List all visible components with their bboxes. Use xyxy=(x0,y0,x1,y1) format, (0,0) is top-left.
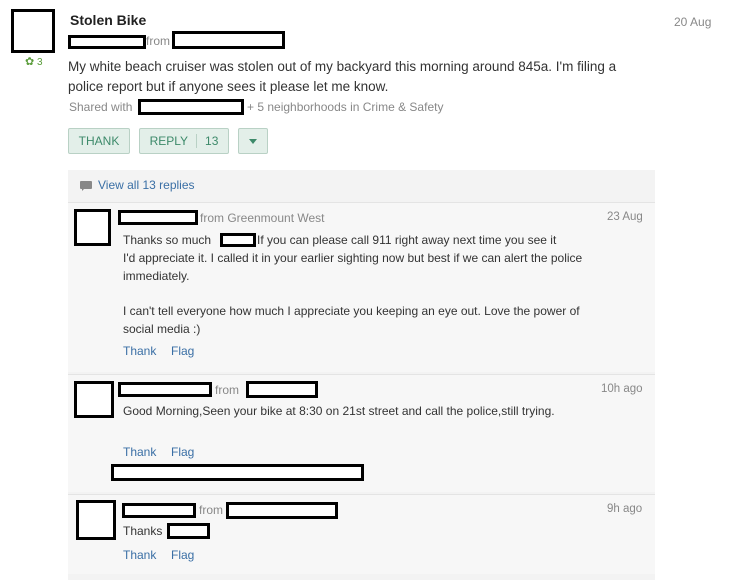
likes-number: 3 xyxy=(37,57,43,68)
redacted-author-name xyxy=(68,35,146,49)
shared-with: Shared with xyxy=(69,100,132,114)
reply-from: from xyxy=(199,503,223,517)
post-title[interactable]: Stolen Bike xyxy=(70,12,146,28)
redacted-content-bar xyxy=(111,464,364,481)
reply-body-para2: I can't tell everyone how much I appreci… xyxy=(123,304,580,336)
leaf-icon: ✿ xyxy=(25,56,35,68)
reply-divider xyxy=(68,374,655,375)
author-avatar[interactable] xyxy=(11,9,55,53)
post-date: 20 Aug xyxy=(674,15,712,29)
redacted-reply-neighborhood xyxy=(226,502,338,519)
reply-button[interactable]: REPLY 13 xyxy=(139,128,229,154)
reply-thank-link[interactable]: Thank xyxy=(123,445,156,459)
more-options-button[interactable] xyxy=(238,128,268,154)
reply-avatar[interactable] xyxy=(74,209,111,246)
redacted-shared-neighborhood xyxy=(138,99,244,115)
reply-divider xyxy=(68,494,655,495)
post-body: My white beach cruiser was stolen out of… xyxy=(68,59,617,94)
reply-thank-link[interactable]: Thank xyxy=(123,548,156,562)
redacted-reply-author xyxy=(118,210,198,225)
reply-body-para1: I'd appreciate it. I called it in your e… xyxy=(123,251,583,283)
reply-body-start: Thanks so much xyxy=(123,233,212,247)
reply-time: 10h ago xyxy=(601,383,643,395)
shared-prefix: Shared with xyxy=(69,100,133,114)
reply-time: 23 Aug xyxy=(607,211,643,223)
speech-bubble-icon xyxy=(80,181,92,191)
reply-flag-link[interactable]: Flag xyxy=(171,445,194,459)
redacted-reply-author xyxy=(118,382,212,397)
thank-button[interactable]: THANK xyxy=(68,128,130,154)
reply-separator xyxy=(196,134,198,148)
reply-flag-link[interactable]: Flag xyxy=(171,548,194,562)
reply-body-line1-cont: If you can please call 911 right away ne… xyxy=(257,233,557,247)
reply-avatar[interactable] xyxy=(74,381,114,418)
redacted-mention xyxy=(167,523,210,539)
caret-down-icon xyxy=(249,138,257,144)
reply-count: 13 xyxy=(205,134,219,148)
reply-body: Good Morning,Seen your bike at 8:30 on 2… xyxy=(123,404,555,418)
redacted-reply-neighborhood xyxy=(246,381,318,398)
redacted-reply-author xyxy=(122,503,196,518)
reply-button-label: REPLY xyxy=(149,134,189,148)
reply-avatar[interactable] xyxy=(76,500,116,540)
redacted-author-neighborhood xyxy=(172,31,285,49)
redacted-mention xyxy=(220,233,256,247)
likes-count: ✿ 3 xyxy=(25,55,43,68)
reply-flag-link[interactable]: Flag xyxy=(171,344,194,358)
reply-from: from Greenmount West xyxy=(200,211,325,225)
reply-thank-link[interactable]: Thank xyxy=(123,344,156,358)
thank-button-label: THANK xyxy=(78,134,120,148)
post-from-label: from xyxy=(146,34,170,48)
reply-divider xyxy=(68,202,655,203)
shared-suffix[interactable]: + 5 neighborhoods in Crime & Safety xyxy=(247,100,443,114)
reply-time: 9h ago xyxy=(607,503,643,515)
view-all-replies-link[interactable]: View all 13 replies xyxy=(98,178,195,192)
reply-from: from xyxy=(215,383,239,397)
